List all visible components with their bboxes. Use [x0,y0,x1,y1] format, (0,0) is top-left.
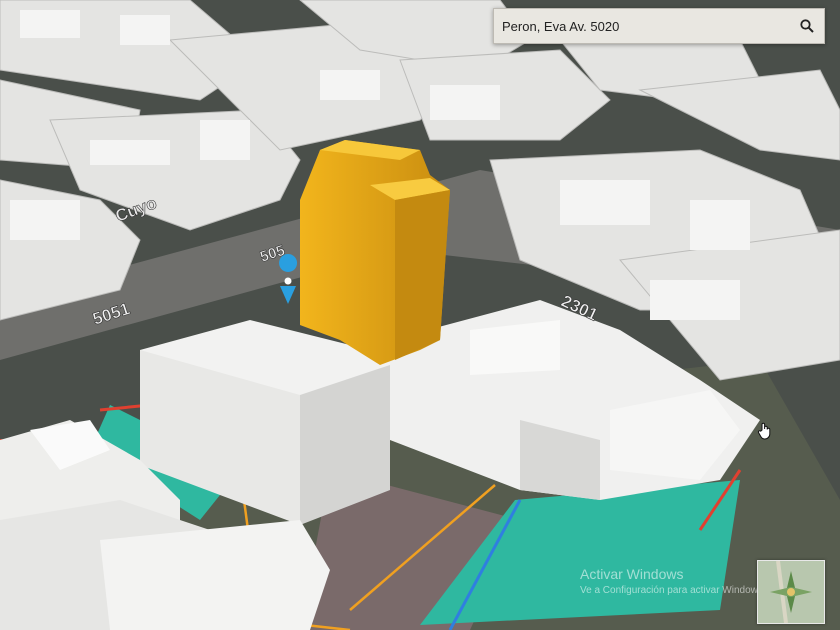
highlighted-building[interactable] [300,140,450,365]
search-input[interactable] [494,9,790,43]
hand-cursor-icon [757,422,771,440]
overview-map[interactable] [757,560,825,624]
search-box [493,8,825,44]
search-button[interactable] [790,9,824,43]
compass-rose-icon [758,560,824,624]
search-icon [800,19,814,33]
map-3d-view[interactable]: Cuyo 5051 505 2301 [0,0,840,630]
